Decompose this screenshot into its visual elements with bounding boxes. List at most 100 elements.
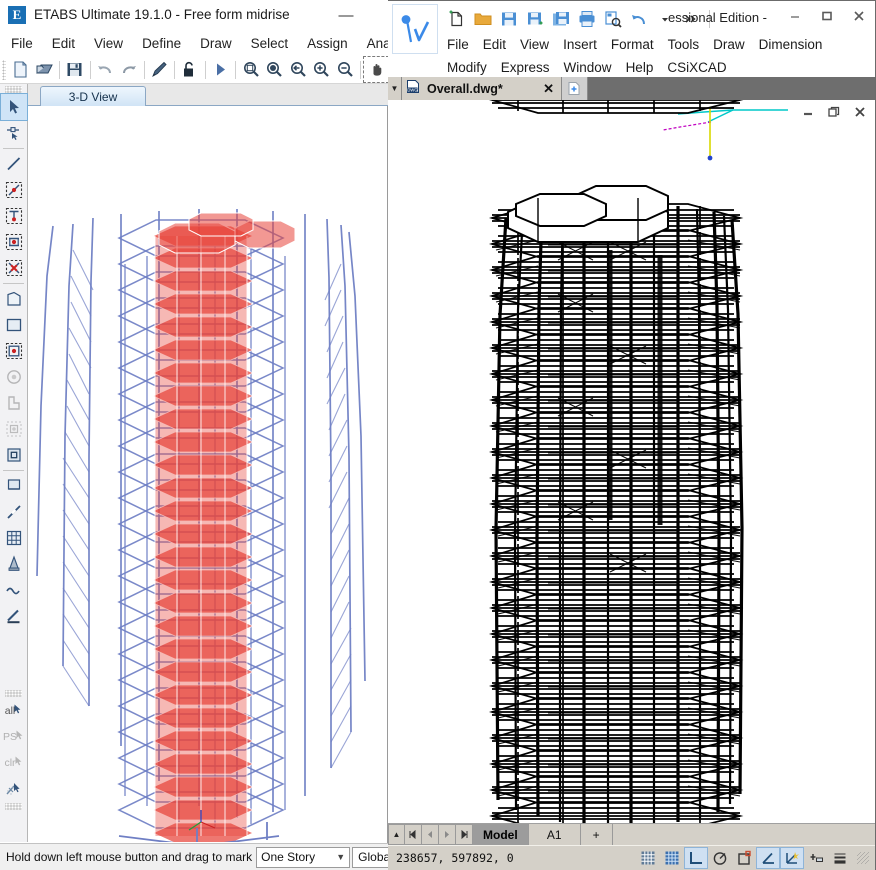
document-tab-close-icon[interactable]: ✕ bbox=[533, 81, 557, 97]
window-resize-grip[interactable] bbox=[857, 852, 869, 864]
new-drawing-icon[interactable] bbox=[444, 6, 470, 32]
object-snap-icon[interactable] bbox=[733, 848, 755, 868]
cad-menu-format[interactable]: Format bbox=[604, 33, 661, 56]
grid-icon[interactable] bbox=[1, 525, 27, 551]
select-point-on-line-icon[interactable] bbox=[1, 203, 27, 229]
tab-3d-view[interactable]: 3-D View bbox=[40, 86, 146, 107]
zoom-out-icon[interactable] bbox=[334, 57, 358, 82]
select-previous-button[interactable]: PS bbox=[1, 724, 27, 750]
menu-define[interactable]: Define bbox=[134, 33, 189, 54]
etabs-3d-viewport[interactable] bbox=[29, 106, 387, 842]
select-line-objects-icon[interactable] bbox=[1, 177, 27, 203]
select-in-window-icon[interactable] bbox=[1, 229, 27, 255]
print-icon[interactable] bbox=[574, 6, 600, 32]
model-tab-model[interactable]: Model bbox=[473, 824, 529, 845]
open-folder-icon[interactable] bbox=[470, 6, 496, 32]
draw-line-icon[interactable] bbox=[1, 151, 27, 177]
cad-menu-view[interactable]: View bbox=[513, 33, 556, 56]
tab-first-button[interactable] bbox=[405, 824, 422, 845]
cad-menu-edit[interactable]: Edit bbox=[476, 33, 513, 56]
dynamic-ucs-icon[interactable] bbox=[780, 847, 804, 869]
polar-tracking-icon[interactable] bbox=[709, 848, 731, 868]
close-button[interactable] bbox=[843, 2, 875, 30]
zoom-full-icon[interactable] bbox=[263, 57, 287, 82]
side-toolbar-grip-3[interactable] bbox=[5, 803, 22, 810]
draw-quad-area-icon[interactable] bbox=[1, 286, 27, 312]
child-restore-button[interactable] bbox=[825, 104, 843, 120]
select-circle-icon[interactable] bbox=[1, 364, 27, 390]
select-wall-icon[interactable] bbox=[1, 390, 27, 416]
pan-icon[interactable] bbox=[363, 56, 389, 83]
side-toolbar-grip-2[interactable] bbox=[5, 690, 22, 697]
cursor-coordinates[interactable]: 238657, 597892, 0 bbox=[388, 851, 514, 865]
set-view-icon[interactable] bbox=[1, 551, 27, 577]
select-area-objects-icon[interactable] bbox=[1, 338, 27, 364]
deselect-all-icon[interactable] bbox=[1, 255, 27, 281]
run-analysis-icon[interactable] bbox=[209, 57, 233, 82]
select-arrow-icon[interactable] bbox=[0, 93, 28, 121]
snap-grid-icon[interactable] bbox=[637, 848, 659, 868]
child-minimize-button[interactable] bbox=[799, 104, 817, 120]
story-selector-dropdown[interactable]: One Story ▼ bbox=[256, 846, 351, 868]
unlock-icon[interactable] bbox=[178, 57, 202, 82]
minimize-button[interactable] bbox=[779, 2, 811, 30]
save-icon[interactable] bbox=[63, 57, 87, 82]
display-grid-icon[interactable] bbox=[661, 848, 683, 868]
tab-next-button[interactable] bbox=[439, 824, 456, 845]
select-floor-icon[interactable] bbox=[1, 416, 27, 442]
toolbar-grip[interactable] bbox=[2, 59, 6, 80]
ortho-mode-icon[interactable] bbox=[684, 847, 708, 869]
cad-menu-dimension[interactable]: Dimension bbox=[752, 33, 830, 56]
redo-icon[interactable] bbox=[117, 57, 141, 82]
cad-menu-window[interactable]: Window bbox=[557, 56, 619, 79]
tab-scroll-up-button[interactable]: ▲ bbox=[388, 824, 405, 845]
select-frame-section-icon[interactable] bbox=[1, 442, 27, 468]
print-preview-icon[interactable] bbox=[600, 6, 626, 32]
open-model-icon[interactable] bbox=[32, 57, 56, 82]
tab-prev-button[interactable] bbox=[422, 824, 439, 845]
wave-icon[interactable] bbox=[1, 577, 27, 603]
tab-last-button[interactable] bbox=[456, 824, 473, 845]
document-tab-overall-dwg[interactable]: DWG Overall.dwg* ✕ bbox=[402, 77, 562, 100]
child-close-button[interactable] bbox=[851, 104, 869, 120]
cad-menu-express[interactable]: Express bbox=[494, 56, 557, 79]
add-layout-tab-button[interactable]: + bbox=[580, 824, 613, 845]
zoom-in-icon[interactable] bbox=[310, 57, 334, 82]
clear-selection-button[interactable]: clr bbox=[1, 750, 27, 776]
draw-rect-area-icon[interactable] bbox=[1, 312, 27, 338]
cad-menu-file[interactable]: File bbox=[440, 33, 476, 56]
cad-menu-modify[interactable]: Modify bbox=[440, 56, 494, 79]
undo-icon[interactable] bbox=[626, 6, 652, 32]
save-as-icon[interactable] bbox=[522, 6, 548, 32]
select-by-property-icon[interactable] bbox=[1, 776, 27, 802]
etabs-minimize-button[interactable]: — bbox=[326, 4, 366, 26]
object-snap-tracking-icon[interactable] bbox=[756, 847, 780, 869]
edit-pen-icon[interactable] bbox=[148, 57, 172, 82]
new-model-icon[interactable] bbox=[9, 57, 33, 82]
menu-file[interactable]: File bbox=[3, 33, 41, 54]
cad-menu-help[interactable]: Help bbox=[619, 56, 661, 79]
menu-assign[interactable]: Assign bbox=[299, 33, 356, 54]
menu-draw[interactable]: Draw bbox=[192, 33, 240, 54]
cad-menu-csixcad[interactable]: CSiXCAD bbox=[660, 56, 733, 79]
cad-menu-draw[interactable]: Draw bbox=[706, 33, 752, 56]
draw-diagonal-icon[interactable] bbox=[1, 499, 27, 525]
select-all-button[interactable]: all bbox=[1, 698, 27, 724]
side-toolbar-grip[interactable] bbox=[5, 86, 22, 93]
cad-drawing-area[interactable] bbox=[388, 100, 875, 823]
model-tab-a1[interactable]: A1 bbox=[528, 824, 581, 845]
menu-edit[interactable]: Edit bbox=[44, 33, 83, 54]
save-icon[interactable] bbox=[496, 6, 522, 32]
menu-view[interactable]: View bbox=[86, 33, 131, 54]
tab-list-dropdown-icon[interactable]: ▼ bbox=[388, 77, 402, 100]
cad-menu-insert[interactable]: Insert bbox=[556, 33, 604, 56]
cad-menu-tools[interactable]: Tools bbox=[661, 33, 707, 56]
draw-section-cut-icon[interactable] bbox=[1, 603, 27, 629]
save-all-icon[interactable] bbox=[548, 6, 574, 32]
lineweight-icon[interactable] bbox=[829, 848, 851, 868]
menu-select[interactable]: Select bbox=[243, 33, 297, 54]
select-poke-icon[interactable] bbox=[1, 120, 27, 146]
zoom-previous-icon[interactable] bbox=[287, 57, 311, 82]
maximize-button[interactable] bbox=[811, 2, 843, 30]
new-document-tab-button[interactable] bbox=[562, 77, 588, 100]
